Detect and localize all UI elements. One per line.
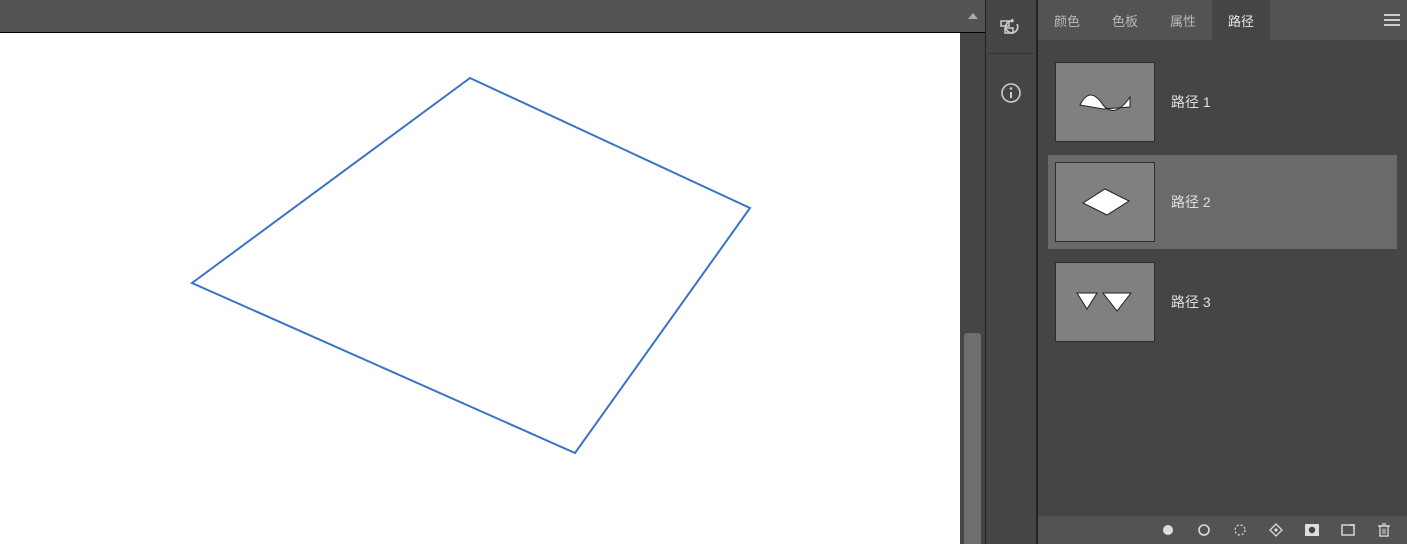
new-path-icon[interactable] <box>1339 521 1357 539</box>
panel-tabs: 颜色 色板 属性 路径 <box>1038 0 1407 40</box>
path-label: 路径 2 <box>1171 192 1211 212</box>
info-icon[interactable] <box>988 70 1034 116</box>
tab-swatches[interactable]: 色板 <box>1096 0 1154 40</box>
tab-color[interactable]: 颜色 <box>1038 0 1096 40</box>
canvas-shell <box>0 0 960 544</box>
path-item[interactable]: 路径 3 <box>1048 255 1397 349</box>
tab-properties[interactable]: 属性 <box>1154 0 1212 40</box>
path-thumbnail <box>1055 62 1155 142</box>
tab-paths[interactable]: 路径 <box>1212 0 1270 40</box>
path-thumbnail <box>1055 262 1155 342</box>
history-icon[interactable] <box>988 8 1034 54</box>
stroke-path-icon[interactable] <box>1195 521 1213 539</box>
tab-label: 属性 <box>1170 11 1196 30</box>
collapsed-panel-dock <box>985 0 1037 544</box>
tab-label: 颜色 <box>1054 11 1080 30</box>
add-mask-icon[interactable] <box>1303 521 1321 539</box>
path-item[interactable]: 路径 2 <box>1048 155 1397 249</box>
paths-panel-footer <box>1038 516 1407 544</box>
chevron-up-icon[interactable] <box>968 13 978 19</box>
scroll-thumb[interactable] <box>964 333 981 544</box>
active-path-shape[interactable] <box>192 78 750 453</box>
path-label: 路径 3 <box>1171 292 1211 312</box>
path-list: 路径 1 路径 2 路径 3 <box>1038 40 1407 516</box>
tab-label: 色板 <box>1112 11 1138 30</box>
panel-menu-icon[interactable] <box>1377 0 1407 40</box>
path-item[interactable]: 路径 1 <box>1048 55 1397 149</box>
load-selection-icon[interactable] <box>1231 521 1249 539</box>
canvas-scrollbar <box>960 0 985 544</box>
path-thumbnail <box>1055 162 1155 242</box>
paths-panel: 颜色 色板 属性 路径 路径 1 路径 <box>1037 0 1407 544</box>
fill-path-icon[interactable] <box>1159 521 1177 539</box>
delete-path-icon[interactable] <box>1375 521 1393 539</box>
canvas-options-bar <box>0 0 960 33</box>
scroll-track[interactable] <box>960 33 985 544</box>
make-work-path-icon[interactable] <box>1267 521 1285 539</box>
tab-label: 路径 <box>1228 11 1254 30</box>
canvas[interactable] <box>0 33 960 544</box>
path-label: 路径 1 <box>1171 92 1211 112</box>
